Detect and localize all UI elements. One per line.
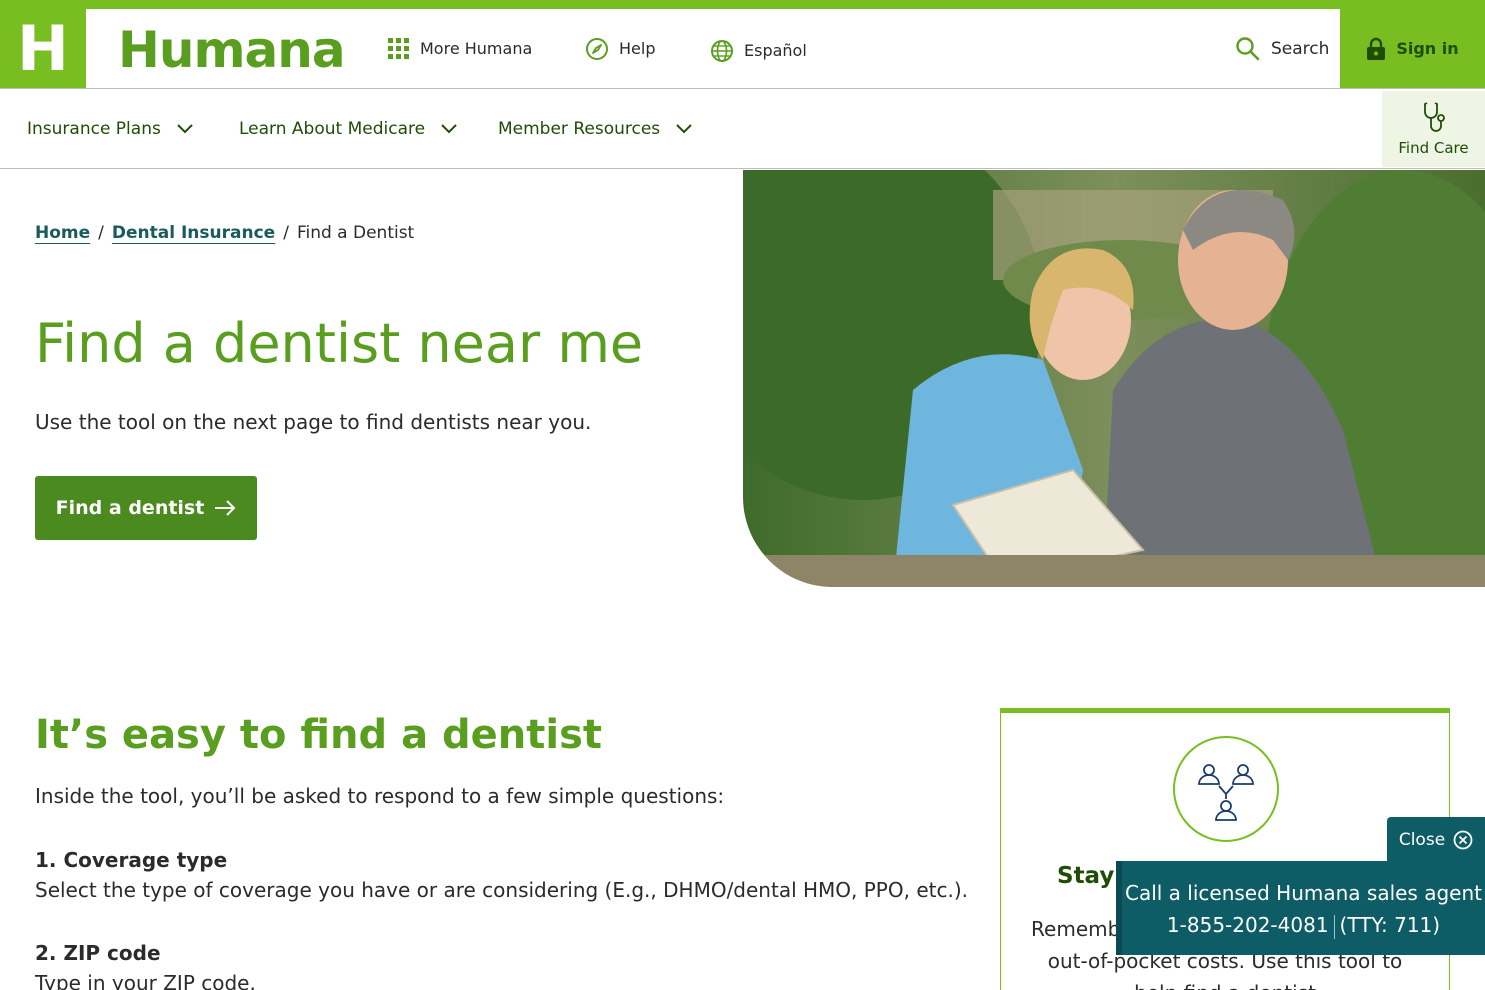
- chevron-down-icon: [676, 123, 692, 133]
- chevron-down-icon: [177, 123, 193, 133]
- breadcrumb-home-link[interactable]: Home: [35, 223, 90, 243]
- nav-insurance-plans[interactable]: Insurance Plans: [27, 89, 193, 168]
- search-label: Search: [1271, 38, 1330, 59]
- breadcrumb-separator: /: [283, 223, 289, 243]
- sign-in-button[interactable]: Sign in: [1340, 9, 1485, 88]
- globe-icon: [711, 39, 733, 62]
- more-humana-label: More Humana: [420, 39, 533, 58]
- call-sales-agent-widget: Call a licensed Humana sales agent 1-855…: [1116, 861, 1485, 955]
- main-navigation: Insurance Plans Learn About Medicare Mem…: [0, 89, 1485, 169]
- question-body: Type in your ZIP code.: [35, 971, 256, 990]
- espanol-link[interactable]: Español: [710, 11, 807, 90]
- hero-subtitle: Use the tool on the next page to find de…: [35, 410, 592, 434]
- breadcrumb: Home / Dental Insurance / Find a Dentist: [35, 223, 414, 243]
- grid-icon: [388, 37, 409, 59]
- hero-photo-couple: [743, 170, 1485, 587]
- tty-number[interactable]: (TTY: 711): [1340, 913, 1441, 937]
- find-a-dentist-label: Find a dentist: [55, 497, 205, 519]
- section-intro: Inside the tool, you’ll be asked to resp…: [35, 784, 725, 808]
- hero-photo-illustration: [743, 170, 1485, 587]
- nav-learn-about-medicare[interactable]: Learn About Medicare: [239, 89, 457, 168]
- close-call-widget-button[interactable]: Close: [1387, 817, 1485, 862]
- chevron-down-icon: [441, 123, 457, 133]
- arrow-right-icon: [215, 500, 236, 516]
- help-link[interactable]: Help: [585, 9, 655, 88]
- site-header: H Humana More Humana Help Español Search…: [0, 9, 1485, 89]
- nav-item-label: Learn About Medicare: [239, 118, 426, 139]
- humana-logo-wordmark[interactable]: Humana: [118, 15, 346, 85]
- sales-phone-link[interactable]: 1-855-202-4081: [1167, 913, 1329, 937]
- sign-in-label: Sign in: [1396, 39, 1459, 58]
- network-people-icon: [1173, 736, 1279, 842]
- question-body: Select the type of coverage you have or …: [35, 878, 968, 902]
- breadcrumb-separator: /: [98, 223, 104, 243]
- nav-member-resources[interactable]: Member Resources: [498, 89, 692, 168]
- lock-icon: [1367, 37, 1386, 60]
- page-title: Find a dentist near me: [35, 312, 644, 375]
- question-heading: 2. ZIP code: [35, 941, 161, 965]
- more-humana-link[interactable]: More Humana: [388, 9, 532, 88]
- humana-logo-mark[interactable]: H: [0, 9, 86, 88]
- top-accent-bar: [0, 0, 1485, 9]
- nav-item-label: Insurance Plans: [27, 118, 161, 139]
- close-label: Close: [1398, 829, 1446, 850]
- help-label: Help: [619, 39, 656, 58]
- find-care-label: Find Care: [1398, 139, 1469, 157]
- search-button[interactable]: Search: [1235, 9, 1329, 88]
- breadcrumb-current: Find a Dentist: [296, 223, 415, 243]
- logo-letter: H: [17, 11, 69, 85]
- breadcrumb-dental-link[interactable]: Dental Insurance: [112, 223, 275, 243]
- find-a-dentist-button[interactable]: Find a dentist: [35, 476, 257, 540]
- phone-divider: [1333, 914, 1335, 939]
- nav-item-label: Member Resources: [498, 118, 661, 139]
- close-circle-icon: [1453, 830, 1473, 849]
- question-heading: 1. Coverage type: [35, 848, 228, 872]
- compass-icon: [586, 37, 608, 60]
- find-care-button[interactable]: Find Care: [1382, 91, 1485, 167]
- call-widget-phone-row: 1-855-202-4081 (TTY: 711): [1122, 909, 1485, 941]
- stethoscope-icon: [1423, 102, 1445, 132]
- call-widget-message: Call a licensed Humana sales agent: [1124, 881, 1482, 905]
- section-title: It’s easy to find a dentist: [35, 712, 602, 758]
- espanol-label: Español: [744, 41, 807, 60]
- search-icon: [1236, 36, 1260, 60]
